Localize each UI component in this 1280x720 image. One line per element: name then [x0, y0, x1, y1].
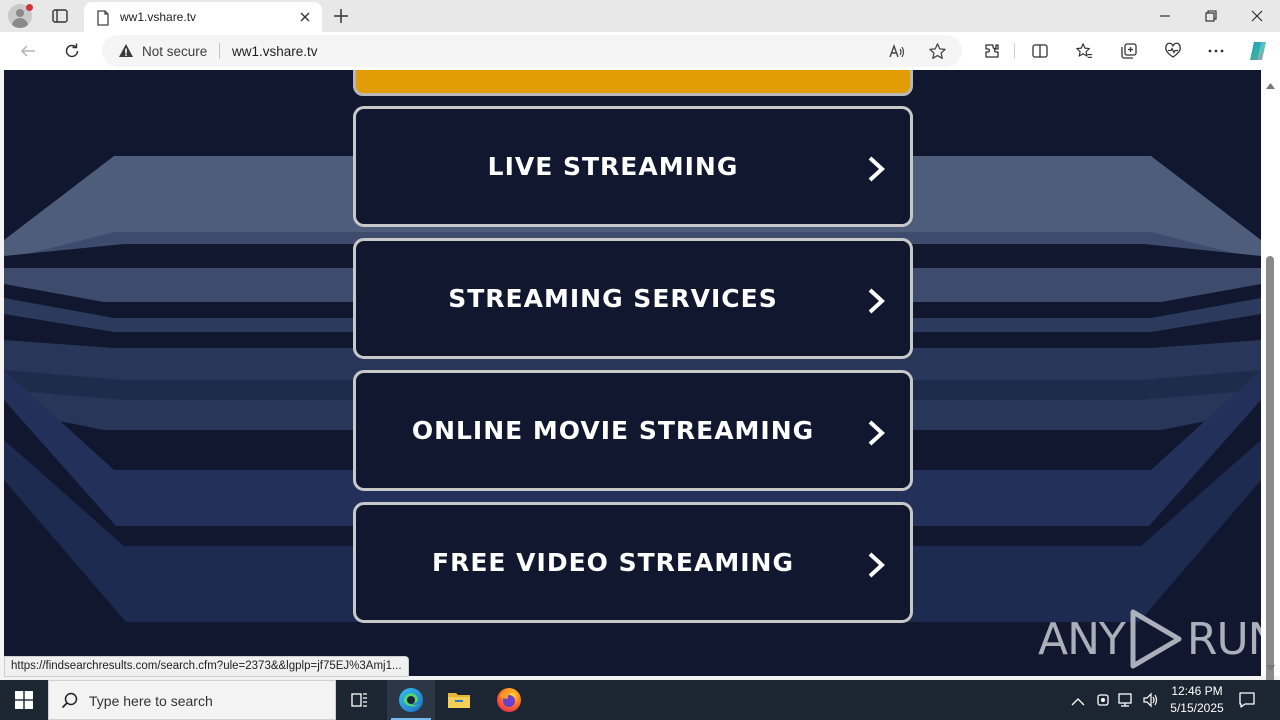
web-page: LIVE STREAMING STREAMING SERVICES ONLINE… — [4, 70, 1261, 676]
tray-device-icon[interactable] — [1095, 692, 1111, 713]
security-label[interactable]: Not secure — [142, 44, 207, 59]
chevron-right-icon — [866, 155, 886, 188]
omnibox-divider — [219, 43, 220, 59]
more-options-icon[interactable] — [1206, 41, 1226, 61]
copilot-icon[interactable] — [1246, 39, 1270, 63]
tray-chevron-up-icon[interactable] — [1071, 694, 1085, 712]
button-label: STREAMING SERVICES — [448, 284, 778, 313]
scroll-down-arrow-icon[interactable] — [1266, 658, 1275, 676]
taskbar-clock[interactable]: 12:46 PM 5/15/2025 — [1160, 683, 1234, 717]
tab-actions-icon[interactable] — [50, 6, 70, 26]
tab-title: ww1.vshare.tv — [120, 10, 197, 24]
close-window-icon[interactable] — [1234, 0, 1280, 32]
extensions-icon[interactable] — [982, 41, 1002, 61]
watermark-right-text: RUN — [1186, 613, 1261, 665]
profile-alert-dot — [26, 4, 33, 11]
online-movie-streaming-button[interactable]: ONLINE MOVIE STREAMING — [353, 370, 913, 491]
search-placeholder: Type here to search — [89, 693, 213, 709]
button-label: FREE VIDEO STREAMING — [432, 548, 794, 577]
toolbar-divider — [1014, 43, 1015, 59]
windows-taskbar: Type here to search 12:46 PM 5/15/2025 — [0, 680, 1280, 720]
firefox-icon[interactable] — [485, 680, 533, 720]
url-text[interactable]: ww1.vshare.tv — [232, 44, 318, 59]
volume-icon[interactable] — [1142, 692, 1160, 713]
windows-start-icon[interactable] — [0, 680, 48, 720]
edge-taskbar-icon[interactable] — [387, 680, 435, 720]
browser-toolbar: Not secure ww1.vshare.tv — [0, 32, 1280, 70]
network-icon[interactable] — [1118, 692, 1136, 713]
task-view-icon[interactable] — [336, 680, 384, 720]
chevron-right-icon — [866, 287, 886, 320]
page-scrollbar[interactable] — [1261, 70, 1280, 690]
split-screen-icon[interactable] — [1030, 41, 1050, 61]
file-explorer-icon[interactable] — [435, 680, 483, 720]
chevron-right-icon — [866, 419, 886, 452]
collections-icon[interactable] — [1119, 41, 1139, 61]
scroll-thumb[interactable] — [1266, 256, 1274, 690]
free-video-streaming-button[interactable]: FREE VIDEO STREAMING — [353, 502, 913, 623]
anyrun-watermark: ANY RUN — [1038, 608, 1261, 670]
clock-date: 5/15/2025 — [1170, 701, 1224, 715]
page-icon — [96, 10, 110, 31]
clock-time: 12:46 PM — [1171, 684, 1223, 698]
minimize-icon[interactable] — [1142, 0, 1188, 32]
link-status-bar: https://findsearchresults.com/search.cfm… — [4, 656, 409, 677]
play-logo-icon — [1130, 609, 1182, 669]
button-label: LIVE STREAMING — [487, 152, 739, 181]
favorite-star-icon[interactable] — [928, 42, 947, 66]
scroll-up-arrow-icon[interactable] — [1266, 76, 1275, 94]
button-label: ONLINE MOVIE STREAMING — [411, 416, 815, 445]
warning-icon[interactable] — [118, 43, 134, 64]
chevron-right-icon — [866, 551, 886, 584]
watermark-left-text: ANY — [1038, 613, 1126, 665]
address-bar[interactable]: Not secure ww1.vshare.tv — [102, 35, 962, 67]
read-aloud-icon[interactable] — [888, 43, 906, 66]
new-tab-icon[interactable] — [332, 7, 350, 30]
refresh-icon[interactable] — [62, 41, 82, 61]
restore-icon[interactable] — [1188, 0, 1234, 32]
highlight-button[interactable] — [353, 70, 913, 96]
search-icon — [61, 692, 79, 715]
close-tab-icon[interactable] — [298, 10, 312, 29]
back-arrow-icon[interactable] — [18, 41, 38, 61]
taskbar-search-box[interactable]: Type here to search — [48, 680, 336, 720]
live-streaming-button[interactable]: LIVE STREAMING — [353, 106, 913, 227]
tab-bar: ww1.vshare.tv — [0, 0, 1280, 32]
browser-tab[interactable]: ww1.vshare.tv — [84, 2, 322, 32]
browser-essentials-icon[interactable] — [1163, 41, 1183, 61]
notification-icon[interactable] — [1238, 691, 1256, 714]
favorites-icon[interactable] — [1074, 41, 1094, 61]
streaming-services-button[interactable]: STREAMING SERVICES — [353, 238, 913, 359]
